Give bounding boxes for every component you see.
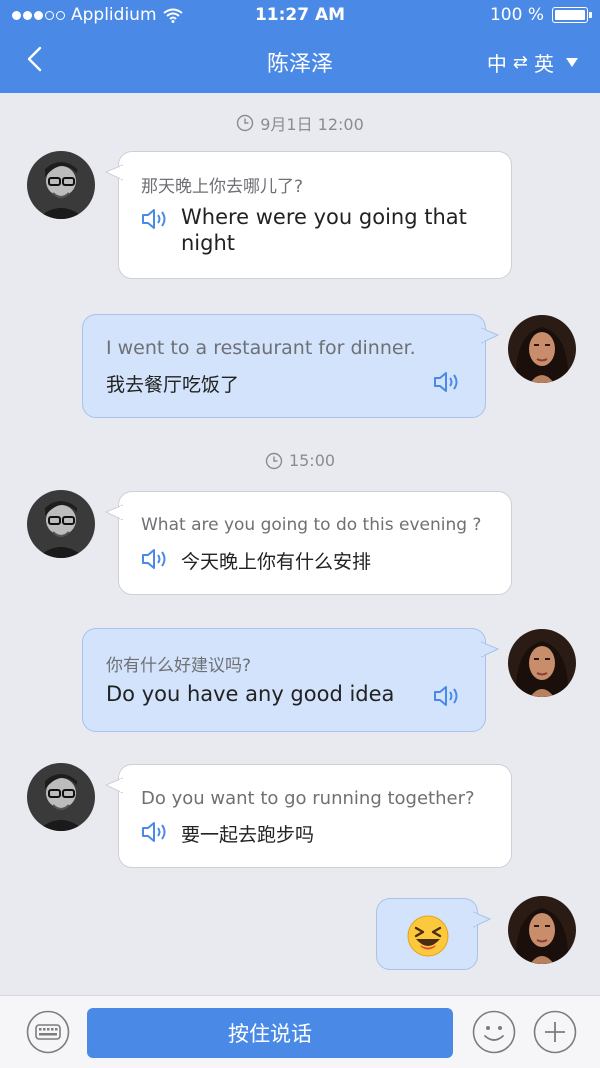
lang-to: 英	[534, 52, 554, 76]
message-bubble-sent[interactable]: I went to a restaurant for dinner. 我去餐厅吃…	[82, 314, 499, 418]
laughing-emoji-icon	[407, 915, 449, 957]
message-original: What are you going to do this evening ?	[141, 515, 482, 535]
chat-area[interactable]: 9月1日 12:00 那天晚上你去哪儿了? Where were you goi…	[0, 93, 600, 995]
timestamp-text: 15:00	[288, 451, 336, 470]
avatar-self[interactable]	[508, 629, 576, 697]
smiley-icon[interactable]	[472, 1010, 516, 1054]
message-bubble-sent[interactable]: 你有什么好建议吗? Do you have any good idea	[82, 628, 499, 732]
timestamp: 9月1日 12:00	[0, 111, 600, 135]
language-switch[interactable]: 中 ⇄ 英	[487, 48, 578, 77]
battery-icon	[552, 7, 592, 23]
message-bubble-sent[interactable]	[376, 898, 491, 970]
message-original: 你有什么好建议吗?	[106, 656, 252, 676]
message-original: Do you want to go running together?	[141, 788, 475, 809]
speaker-icon[interactable]	[433, 370, 463, 394]
hold-to-talk-button[interactable]: 按住说话	[87, 1008, 453, 1058]
input-bar: 按住说话	[0, 995, 600, 1068]
timestamp-text: 9月1日 12:00	[260, 115, 364, 134]
speaker-icon[interactable]	[141, 547, 171, 571]
message-translation: 今天晚上你有什么安排	[181, 551, 372, 573]
message-translation: 我去餐厅吃饭了	[106, 374, 240, 396]
speaker-icon[interactable]	[141, 820, 171, 844]
message-bubble-received[interactable]: What are you going to do this evening ? …	[105, 491, 512, 595]
message-original: 那天晚上你去哪儿了?	[141, 177, 304, 197]
lang-from: 中	[486, 52, 507, 76]
avatar-contact[interactable]	[27, 763, 95, 831]
header: Applidium 11:27 AM 100 % 陈泽泽 中 ⇄ 英	[0, 0, 600, 93]
status-bar: Applidium 11:27 AM 100 %	[0, 0, 600, 30]
dropdown-caret-icon	[566, 58, 578, 67]
speaker-icon[interactable]	[433, 684, 463, 708]
avatar-self[interactable]	[508, 315, 576, 383]
swap-icon: ⇄	[512, 52, 528, 73]
avatar-contact[interactable]	[27, 490, 95, 558]
keyboard-icon[interactable]	[26, 1010, 70, 1054]
message-bubble-received[interactable]: 那天晚上你去哪儿了? Where were you going that nig…	[105, 151, 512, 279]
clock-icon	[265, 452, 283, 469]
battery-text: 100 %	[489, 5, 544, 25]
message-original: I went to a restaurant for dinner.	[106, 337, 416, 359]
avatar-self[interactable]	[508, 896, 576, 964]
speaker-icon[interactable]	[141, 207, 171, 231]
battery-status: 100 %	[489, 5, 592, 25]
message-translation: Do you have any good idea	[106, 682, 395, 706]
message-translation: Where were you going that night	[181, 205, 467, 255]
plus-icon[interactable]	[533, 1010, 577, 1054]
message-translation: 要一起去跑步吗	[181, 824, 315, 846]
message-bubble-received[interactable]: Do you want to go running together? 要一起去…	[105, 764, 512, 868]
clock-icon	[237, 114, 254, 132]
timestamp: 15:00	[0, 451, 600, 470]
avatar-contact[interactable]	[27, 151, 95, 219]
